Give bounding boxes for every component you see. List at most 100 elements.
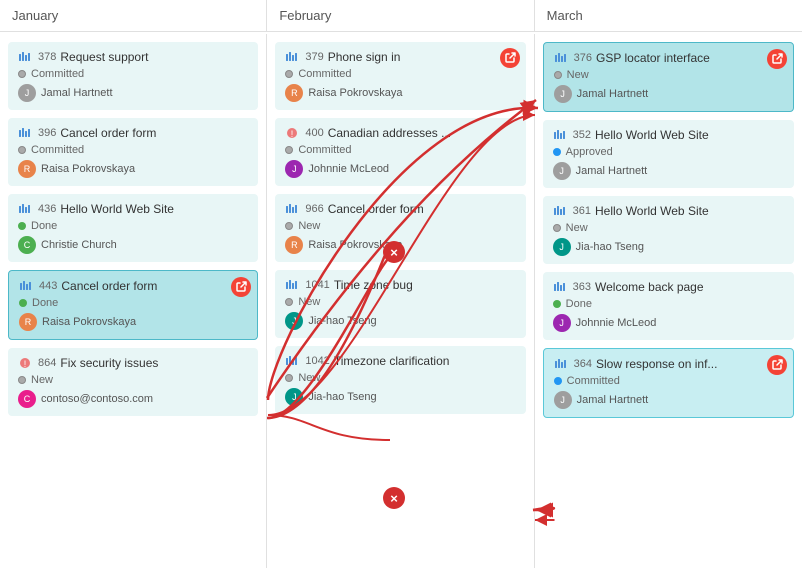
card-assignee: J Jia-hao Tseng: [285, 312, 515, 330]
cancel-icon-2[interactable]: ×: [383, 487, 405, 509]
card-title-row: 966 Cancel order form: [285, 202, 515, 216]
card-376[interactable]: 376 GSP locator interface New J Jamal Ha…: [543, 42, 794, 112]
card-title: Cancel order form: [61, 279, 157, 293]
card-title-row: 379 Phone sign in: [285, 50, 515, 64]
link-icon[interactable]: [767, 49, 787, 69]
card-title: Cancel order form: [328, 202, 424, 216]
status-label: Done: [32, 297, 58, 309]
status-dot: [553, 148, 561, 156]
card-assignee: R Raisa Pokrovskaya: [19, 313, 247, 331]
card-assignee: J Jamal Hartnett: [18, 84, 248, 102]
avatar: J: [553, 314, 571, 332]
avatar: J: [553, 238, 571, 256]
card-864[interactable]: ! 864 Fix security issues New C contoso@…: [8, 348, 258, 416]
status-label: Done: [566, 298, 592, 310]
card-title: Slow response on inf...: [596, 357, 717, 371]
column-march: 376 GSP locator interface New J Jamal Ha…: [535, 34, 802, 568]
assignee-name: Jia-hao Tseng: [308, 391, 376, 403]
card-assignee: J Jamal Hartnett: [553, 162, 784, 180]
status-label: New: [298, 296, 320, 308]
card-status: New: [553, 222, 784, 234]
header-january: January: [0, 0, 267, 31]
status-dot: [18, 146, 26, 154]
card-352[interactable]: 352 Hello World Web Site Approved J Jama…: [543, 120, 794, 188]
status-label: Approved: [566, 146, 613, 158]
card-title-row: 1042 Timezone clarification: [285, 354, 515, 368]
card-1042[interactable]: 1042 Timezone clarification New J Jia-ha…: [275, 346, 525, 414]
card-title-row: 363 Welcome back page: [553, 280, 784, 294]
status-dot: [285, 222, 293, 230]
assignee-name: Raisa Pokrovskaya: [42, 316, 136, 328]
cancel-icon-1[interactable]: ×: [383, 241, 405, 263]
card-443[interactable]: 443 Cancel order form Done R Raisa Pokro…: [8, 270, 258, 340]
status-label: New: [298, 220, 320, 232]
status-dot: [553, 300, 561, 308]
card-title: Canadian addresses ...: [328, 126, 451, 140]
avatar: R: [19, 313, 37, 331]
avatar: J: [285, 388, 303, 406]
svg-text:!: !: [24, 359, 27, 369]
assignee-name: Raisa Pokrovskaya: [41, 163, 135, 175]
avatar: R: [18, 160, 36, 178]
card-title: Hello World Web Site: [60, 202, 174, 216]
card-title: Time zone bug: [334, 278, 413, 292]
avatar: J: [18, 84, 36, 102]
status-label: Committed: [31, 144, 84, 156]
card-title-row: 361 Hello World Web Site: [553, 204, 784, 218]
card-363[interactable]: 363 Welcome back page Done J Johnnie McL…: [543, 272, 794, 340]
avatar: J: [553, 162, 571, 180]
assignee-name: Jamal Hartnett: [41, 87, 113, 99]
card-title-row: ! 864 Fix security issues: [18, 356, 248, 370]
status-label: New: [31, 374, 53, 386]
card-400[interactable]: ! 400 Canadian addresses ... Committed J…: [275, 118, 525, 186]
assignee-name: Jamal Hartnett: [577, 88, 649, 100]
card-title: Welcome back page: [595, 280, 704, 294]
card-assignee: C contoso@contoso.com: [18, 390, 248, 408]
card-436[interactable]: 436 Hello World Web Site Done C Christie…: [8, 194, 258, 262]
header-february: February: [267, 0, 534, 31]
card-title-row: 396 Cancel order form: [18, 126, 248, 140]
assignee-name: Jamal Hartnett: [577, 394, 649, 406]
card-id: 443: [39, 280, 57, 292]
card-assignee: J Jia-hao Tseng: [285, 388, 515, 406]
card-id: 376: [574, 52, 592, 64]
card-1041[interactable]: 1041 Time zone bug New J Jia-hao Tseng: [275, 270, 525, 338]
link-icon[interactable]: [767, 355, 787, 375]
status-label: New: [298, 372, 320, 384]
status-dot: [554, 71, 562, 79]
card-title-row: 436 Hello World Web Site: [18, 202, 248, 216]
link-icon[interactable]: [500, 48, 520, 68]
card-status: Done: [18, 220, 248, 232]
card-assignee: J Jamal Hartnett: [554, 391, 783, 409]
avatar: J: [554, 85, 572, 103]
status-dot: [285, 374, 293, 382]
card-title-row: 1041 Time zone bug: [285, 278, 515, 292]
assignee-name: Jia-hao Tseng: [308, 315, 376, 327]
link-icon[interactable]: [231, 277, 251, 297]
status-label: Committed: [298, 68, 351, 80]
card-title-row: 352 Hello World Web Site: [553, 128, 784, 142]
card-id: 352: [573, 129, 591, 141]
card-379[interactable]: 379 Phone sign in Committed R Raisa Pokr…: [275, 42, 525, 110]
card-assignee: C Christie Church: [18, 236, 248, 254]
card-378[interactable]: 378 Request support Committed J Jamal Ha…: [8, 42, 258, 110]
avatar: J: [554, 391, 572, 409]
card-title: Hello World Web Site: [595, 204, 709, 218]
card-status: Done: [19, 297, 247, 309]
card-id: 400: [305, 127, 323, 139]
card-assignee: J Jia-hao Tseng: [553, 238, 784, 256]
card-361[interactable]: 361 Hello World Web Site New J Jia-hao T…: [543, 196, 794, 264]
card-title-row: 443 Cancel order form: [19, 279, 247, 293]
card-status: Committed: [554, 375, 783, 387]
assignee-name: Johnnie McLeod: [576, 317, 657, 329]
avatar: R: [285, 236, 303, 254]
assignee-name: contoso@contoso.com: [41, 393, 153, 405]
avatar: C: [18, 236, 36, 254]
card-id: 378: [38, 51, 56, 63]
card-364[interactable]: 364 Slow response on inf... Committed J …: [543, 348, 794, 418]
card-title: Hello World Web Site: [595, 128, 709, 142]
status-dot: [553, 224, 561, 232]
card-396[interactable]: 396 Cancel order form Committed R Raisa …: [8, 118, 258, 186]
card-id: 1041: [305, 279, 329, 291]
card-title: Request support: [60, 50, 148, 64]
